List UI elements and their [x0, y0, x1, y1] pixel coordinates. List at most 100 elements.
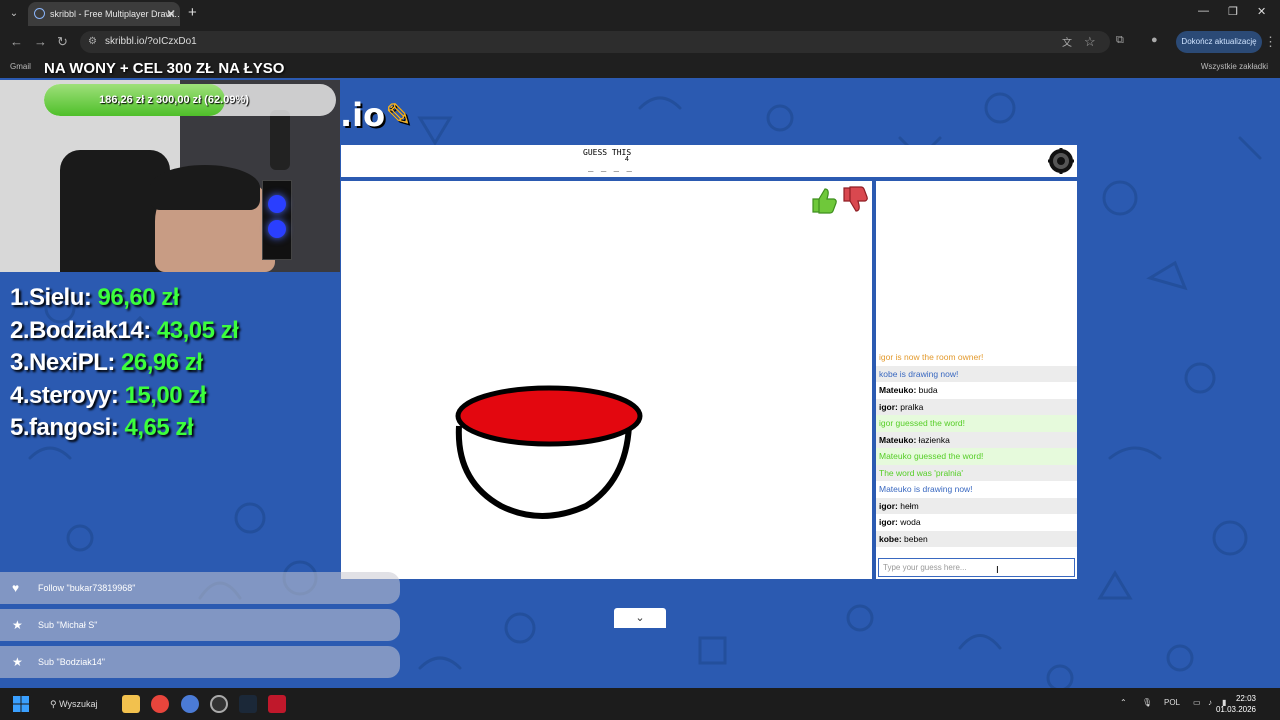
- browser-navbar: ← → ↻ ⚙ skribbl.io/?oICzxDo1 文 ☆ ⧉ ● Dok…: [0, 28, 1280, 56]
- chat-text: kobe is drawing now!: [879, 368, 959, 379]
- drawing-canvas[interactable]: [341, 181, 872, 579]
- chat-text: igor is now the room owner!: [879, 352, 984, 362]
- chat-text: The word was 'pralnia': [879, 467, 964, 478]
- taskbar-search[interactable]: ⚲ Wyszukaj: [50, 695, 98, 713]
- tray-expand-icon[interactable]: ⌃: [1120, 698, 1127, 707]
- chat-message: Mateuko guessed the word!: [876, 448, 1077, 465]
- chat-username: kobe:: [879, 533, 902, 544]
- chat-message: The word was 'pralnia': [876, 464, 1077, 481]
- chat-username: igor:: [879, 401, 898, 412]
- stream-alert: ★ Sub "Michał S": [0, 609, 400, 641]
- word-blanks: _ _ _ _: [588, 163, 633, 173]
- microphone-icon[interactable]: 🎙: [1142, 698, 1152, 707]
- bookmark-star-icon[interactable]: ☆: [1084, 34, 1096, 50]
- chat-message: igor guessed the word!: [876, 415, 1077, 432]
- forward-icon[interactable]: →: [34, 34, 47, 49]
- tab-title: skribbl - Free Multiplayer Drawi…: [50, 9, 180, 19]
- translate-icon[interactable]: 文: [1062, 34, 1072, 49]
- bookmark-gmail[interactable]: Gmail: [10, 62, 31, 71]
- url-text: skribbl.io/?oICzxDo1: [105, 36, 197, 47]
- chrome-icon[interactable]: [151, 695, 169, 713]
- goal-title: NA WONY + CEL 300 ZŁ NA ŁYSO: [44, 60, 285, 77]
- leaderboard-row: 4.steroyy: 15,00 zł: [10, 382, 238, 415]
- donor-name: 2.Bodziak14:: [10, 316, 157, 344]
- network-icon[interactable]: ▭: [1193, 698, 1201, 707]
- guess-label: GUESS THIS: [583, 148, 632, 157]
- leaderboard-row: 1.Sielu: 96,60 zł: [10, 284, 238, 317]
- chat-text: woda: [897, 517, 921, 527]
- restore-icon[interactable]: ❐: [1228, 5, 1238, 18]
- extensions-icon[interactable]: ⧉: [1116, 34, 1124, 47]
- new-tab-button[interactable]: +: [188, 4, 197, 21]
- chat-message: Mateuko: łazienka: [876, 431, 1077, 448]
- stream-alert: ★ Sub "Bodziak14": [0, 646, 400, 678]
- goal-progress-text: 186,26 zł z 300,00 zł (62.09%): [99, 94, 249, 106]
- chat-text: buda: [916, 385, 938, 395]
- game-header: GUESS THIS 4 _ _ _ _: [341, 145, 1077, 177]
- goal-progress-bar: 186,26 zł z 300,00 zł (62.09%): [44, 84, 336, 116]
- all-bookmarks[interactable]: Wszystkie zakładki: [1201, 62, 1268, 71]
- skribbl-favicon-icon: [34, 8, 45, 19]
- donation-amount: 43,05 zł: [156, 316, 239, 344]
- system-clock[interactable]: 22:03 01.03.2026: [1216, 693, 1256, 715]
- chat-username: Mateuko:: [879, 385, 917, 395]
- star-icon: ★: [12, 655, 23, 669]
- minimize-icon[interactable]: —: [1198, 5, 1209, 17]
- thumbs-down-icon[interactable]: [840, 185, 870, 215]
- chat-text: igor guessed the word!: [879, 418, 965, 428]
- windows-start-icon[interactable]: [13, 696, 29, 712]
- chat-text: pralka: [897, 401, 924, 412]
- steam-icon[interactable]: [239, 695, 257, 713]
- menu-icon[interactable]: ⋮: [1264, 34, 1277, 50]
- leaderboard-row: 5.fangosi: 4,65 zł: [10, 414, 238, 447]
- chat-message: kobe is drawing now!: [876, 365, 1077, 382]
- back-icon[interactable]: ←: [10, 34, 23, 49]
- chat-username: Mateuko:: [879, 434, 917, 445]
- app-icon[interactable]: [181, 695, 199, 713]
- chat-message: igor is now the room owner!: [876, 349, 1077, 366]
- chat-username: igor:: [879, 500, 898, 511]
- text-cursor-icon: I: [996, 565, 999, 576]
- donation-amount: 15,00 zł: [124, 381, 207, 409]
- obs-icon[interactable]: [210, 695, 228, 713]
- chat-message: Mateuko: buda: [876, 382, 1077, 399]
- skribbl-logo: .io✎: [340, 96, 412, 134]
- chat-messages: igor is now the room owner! kobe is drawi…: [876, 349, 1077, 547]
- bowl-drawing: [455, 385, 643, 519]
- browser-tab[interactable]: skribbl - Free Multiplayer Drawi… ✕: [28, 2, 180, 26]
- reload-icon[interactable]: ↻: [57, 34, 68, 50]
- close-window-icon[interactable]: ✕: [1257, 5, 1266, 18]
- donation-amount: 4,65 zł: [124, 414, 194, 441]
- chat-message: igor: pralka: [876, 398, 1077, 415]
- update-button[interactable]: Dokończ aktualizację: [1176, 31, 1262, 53]
- donor-name: 1.Sielu:: [10, 284, 98, 311]
- heart-icon: ♥: [12, 581, 20, 595]
- language-indicator[interactable]: POL: [1164, 698, 1180, 707]
- profile-icon[interactable]: ●: [1151, 34, 1158, 46]
- donor-name: 3.NexiPL:: [10, 349, 122, 376]
- settings-gear-icon[interactable]: [1047, 147, 1075, 175]
- donor-name: 4.steroyy:: [10, 381, 125, 409]
- chat-guess-input[interactable]: Type your guess here... I: [878, 558, 1075, 577]
- chat-panel: igor is now the room owner! kobe is drawi…: [876, 181, 1077, 579]
- chat-message: igor: woda: [876, 514, 1077, 531]
- donation-amount: 96,60 zł: [97, 284, 180, 311]
- tab-close-icon[interactable]: ✕: [166, 2, 176, 26]
- tab-list-icon[interactable]: ⌄: [6, 6, 22, 22]
- alert-text: Sub "Bodziak14": [38, 657, 105, 667]
- leaderboard-row: 2.Bodziak14: 43,05 zł: [10, 316, 239, 350]
- chat-text: Mateuko guessed the word!: [879, 451, 984, 461]
- chat-placeholder: Type your guess here...: [883, 563, 967, 572]
- streamlabs-icon[interactable]: [268, 695, 286, 713]
- address-bar[interactable]: ⚙ skribbl.io/?oICzxDo1: [80, 31, 1110, 53]
- volume-icon[interactable]: ♪: [1208, 698, 1212, 707]
- letter-count: 4: [625, 156, 629, 163]
- site-info-icon[interactable]: ⚙: [88, 31, 97, 53]
- chat-text: hełm: [897, 500, 919, 511]
- thumbs-up-icon[interactable]: [809, 185, 839, 215]
- chat-message: kobe: beben: [876, 530, 1077, 547]
- file-explorer-icon[interactable]: [122, 695, 140, 713]
- chat-message: igor: hełm: [876, 497, 1077, 514]
- collapse-toggle-button[interactable]: ⌄: [614, 608, 666, 628]
- chat-text: łazienka: [916, 434, 950, 445]
